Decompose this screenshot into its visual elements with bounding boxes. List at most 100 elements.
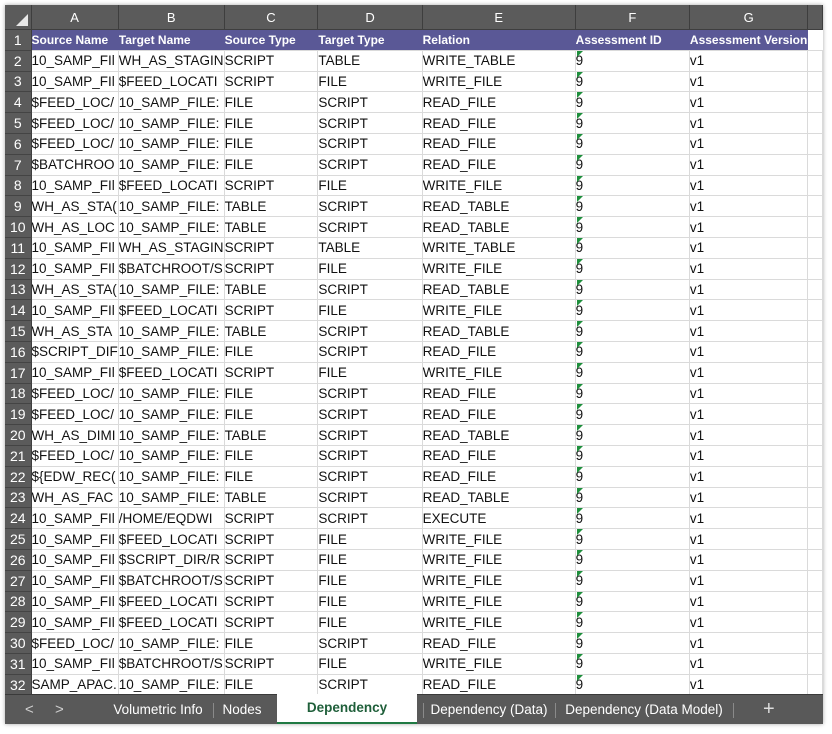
relation-cell[interactable]: READ_FILE [422, 112, 576, 134]
empty-cell[interactable] [807, 403, 823, 426]
source-type-cell[interactable]: SCRIPT [224, 653, 319, 675]
assessment-id-cell[interactable]: 9 [575, 632, 690, 654]
relation-cell[interactable]: WRITE_FILE [422, 591, 576, 613]
source-type-cell[interactable]: SCRIPT [224, 50, 319, 72]
target-name-cell[interactable]: 10_SAMP_FILE: [118, 112, 225, 134]
source-name-cell[interactable]: 10_SAMP_FIl [31, 237, 119, 259]
relation-cell[interactable]: READ_TABLE [422, 320, 576, 342]
source-name-cell[interactable]: WH_AS_FAC [31, 487, 119, 509]
source-name-cell[interactable]: 10_SAMP_FIl [31, 611, 119, 634]
relation-cell[interactable]: WRITE_FILE [422, 653, 576, 675]
relation-cell[interactable]: READ_FILE [422, 133, 576, 155]
assessment-version-cell[interactable]: v1 [689, 91, 809, 114]
target-type-cell[interactable]: FILE [317, 71, 423, 93]
empty-cell[interactable] [807, 466, 823, 488]
assessment-version-cell[interactable]: v1 [689, 195, 809, 218]
row-number[interactable]: 26 [5, 549, 32, 571]
empty-cell[interactable] [807, 50, 823, 72]
relation-cell[interactable]: READ_FILE [422, 91, 576, 114]
select-all-corner[interactable] [5, 5, 32, 30]
target-type-cell[interactable]: SCRIPT [317, 674, 423, 696]
column-header-f[interactable]: F [575, 5, 690, 30]
assessment-id-cell[interactable]: 9 [575, 570, 690, 592]
assessment-version-cell[interactable]: v1 [689, 112, 809, 134]
relation-cell[interactable]: WRITE_FILE [422, 549, 576, 571]
row-number[interactable]: 27 [5, 570, 32, 592]
source-name-cell[interactable]: WH_AS_DIMI [31, 424, 119, 446]
relation-cell[interactable]: WRITE_FILE [422, 299, 576, 322]
assessment-version-cell[interactable]: v1 [689, 341, 809, 363]
target-name-cell[interactable]: 10_SAMP_FILE: [118, 216, 225, 238]
assessment-id-cell[interactable]: 9 [575, 258, 690, 280]
source-name-cell[interactable]: 10_SAMP_FIl [31, 362, 119, 384]
column-header-a[interactable]: A [31, 5, 119, 30]
row-number[interactable]: 19 [5, 403, 32, 426]
source-type-cell[interactable]: SCRIPT [224, 570, 319, 592]
assessment-version-cell[interactable]: v1 [689, 632, 809, 654]
target-name-cell[interactable]: WH_AS_STAGIN [118, 50, 225, 72]
row-number[interactable]: 15 [5, 320, 32, 342]
column-header-h[interactable] [807, 5, 823, 30]
target-name-cell[interactable]: 10_SAMP_FILE: [118, 341, 225, 363]
row-number[interactable]: 16 [5, 341, 32, 363]
target-type-cell[interactable]: SCRIPT [317, 424, 423, 446]
target-name-cell[interactable]: 10_SAMP_FILE: [118, 383, 225, 405]
row-number[interactable]: 30 [5, 632, 32, 654]
empty-cell[interactable] [807, 611, 823, 634]
tab-volumetric-info[interactable]: Volumetric Info [105, 695, 211, 724]
assessment-version-cell[interactable]: v1 [689, 611, 809, 634]
empty-cell[interactable] [807, 341, 823, 363]
empty-cell[interactable] [807, 195, 823, 218]
empty-cell[interactable] [807, 487, 823, 509]
relation-cell[interactable]: WRITE_TABLE [422, 237, 576, 259]
relation-cell[interactable]: READ_FILE [422, 632, 576, 654]
assessment-id-cell[interactable]: 9 [575, 487, 690, 509]
target-name-cell[interactable]: 10_SAMP_FILE: [118, 279, 225, 301]
source-type-cell[interactable]: FILE [224, 112, 319, 134]
assessment-id-cell[interactable]: 9 [575, 362, 690, 384]
source-type-cell[interactable]: SCRIPT [224, 299, 319, 322]
source-name-cell[interactable]: 10_SAMP_FIl [31, 50, 119, 72]
header-cell-source-type[interactable]: Source Type [224, 29, 319, 51]
header-cell-target-name[interactable]: Target Name [118, 29, 225, 51]
target-type-cell[interactable]: FILE [317, 175, 423, 197]
target-name-cell[interactable]: $FEED_LOCATI [118, 71, 225, 93]
column-header-g[interactable]: G [689, 5, 809, 30]
assessment-version-cell[interactable]: v1 [689, 549, 809, 571]
target-name-cell[interactable]: 10_SAMP_FILE: [118, 195, 225, 218]
empty-cell[interactable] [807, 216, 823, 238]
row-number[interactable]: 21 [5, 445, 32, 467]
source-type-cell[interactable]: FILE [224, 383, 319, 405]
assessment-id-cell[interactable]: 9 [575, 528, 690, 550]
target-type-cell[interactable]: TABLE [317, 237, 423, 259]
target-type-cell[interactable]: SCRIPT [317, 216, 423, 238]
source-type-cell[interactable]: TABLE [224, 279, 319, 301]
target-name-cell[interactable]: 10_SAMP_FILE: [118, 632, 225, 654]
relation-cell[interactable]: WRITE_FILE [422, 611, 576, 634]
target-name-cell[interactable]: 10_SAMP_FILE: [118, 154, 225, 176]
assessment-version-cell[interactable]: v1 [689, 299, 809, 322]
target-type-cell[interactable]: SCRIPT [317, 133, 423, 155]
source-type-cell[interactable]: FILE [224, 154, 319, 176]
assessment-version-cell[interactable]: v1 [689, 383, 809, 405]
assessment-version-cell[interactable]: v1 [689, 591, 809, 613]
row-number[interactable]: 18 [5, 383, 32, 405]
source-name-cell[interactable]: 10_SAMP_FIl [31, 175, 119, 197]
assessment-version-cell[interactable]: v1 [689, 362, 809, 384]
source-type-cell[interactable]: SCRIPT [224, 362, 319, 384]
relation-cell[interactable]: WRITE_FILE [422, 175, 576, 197]
assessment-id-cell[interactable]: 9 [575, 216, 690, 238]
relation-cell[interactable]: READ_TABLE [422, 424, 576, 446]
row-number[interactable]: 5 [5, 112, 32, 134]
target-type-cell[interactable]: SCRIPT [317, 403, 423, 426]
assessment-id-cell[interactable]: 9 [575, 383, 690, 405]
assessment-id-cell[interactable]: 9 [575, 445, 690, 467]
empty-cell[interactable] [807, 674, 823, 696]
assessment-version-cell[interactable]: v1 [689, 133, 809, 155]
header-cell-relation[interactable]: Relation [422, 29, 576, 51]
row-number[interactable]: 8 [5, 175, 32, 197]
source-type-cell[interactable]: SCRIPT [224, 71, 319, 93]
source-type-cell[interactable]: TABLE [224, 487, 319, 509]
assessment-version-cell[interactable]: v1 [689, 445, 809, 467]
empty-cell[interactable] [807, 507, 823, 530]
